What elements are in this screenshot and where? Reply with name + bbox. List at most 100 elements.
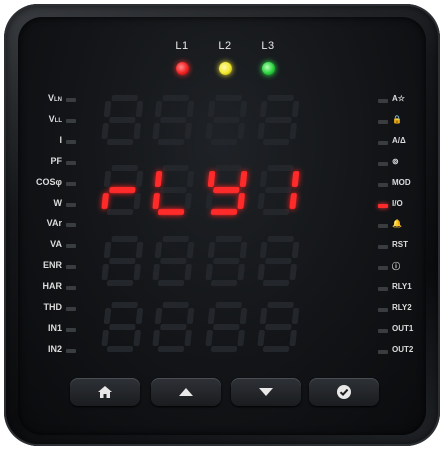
unlit-segment	[213, 324, 240, 330]
unlit-segment	[152, 123, 160, 139]
unlit-segment	[213, 117, 240, 123]
unlit-segment	[239, 242, 248, 258]
seven-segment-display	[101, 95, 300, 352]
unlit-segment	[184, 123, 192, 139]
unlit-segment	[215, 165, 242, 171]
unlit-segment	[267, 95, 294, 101]
unlit-segment	[103, 101, 112, 117]
unlit-segment	[111, 302, 138, 308]
lit-segment	[157, 209, 185, 215]
unlit-segment	[259, 242, 268, 258]
unlit-segment	[291, 101, 300, 117]
unlit-segment	[109, 324, 136, 330]
lit-segment	[237, 193, 245, 209]
unlit-segment	[133, 264, 141, 280]
unlit-segment	[184, 193, 192, 209]
unlit-segment	[106, 280, 134, 286]
lit-segment	[213, 187, 240, 193]
unlit-segment	[162, 165, 189, 171]
unlit-segment	[135, 101, 144, 117]
unlit-segment	[111, 165, 138, 171]
unlit-segment	[207, 101, 216, 117]
unlit-segment	[111, 236, 138, 242]
unlit-segment	[111, 95, 138, 101]
unlit-segment	[267, 302, 294, 308]
unlit-segment	[265, 187, 292, 193]
unlit-segment	[101, 330, 109, 346]
lit-segment	[109, 187, 136, 193]
unlit-segment	[215, 236, 242, 242]
unlit-segment	[133, 193, 141, 209]
unlit-segment	[101, 264, 109, 280]
unlit-segment	[289, 264, 297, 280]
unlit-segment	[265, 324, 292, 330]
unlit-segment	[162, 95, 189, 101]
unlit-segment	[257, 330, 265, 346]
unlit-segment	[215, 302, 242, 308]
unlit-segment	[215, 95, 242, 101]
unlit-segment	[267, 236, 294, 242]
unlit-segment	[103, 171, 112, 187]
unlit-segment	[186, 171, 195, 187]
lit-segment	[101, 193, 109, 209]
unlit-segment	[262, 280, 290, 286]
check-icon	[337, 385, 351, 399]
lit-segment	[291, 171, 300, 187]
unlit-segment	[135, 242, 144, 258]
unlit-segment	[205, 330, 213, 346]
unlit-segment	[162, 302, 189, 308]
unlit-segment	[157, 139, 185, 145]
unlit-segment	[259, 101, 268, 117]
unlit-segment	[239, 101, 248, 117]
unlit-segment	[267, 165, 294, 171]
lit-segment	[152, 193, 160, 209]
lit-segment	[154, 171, 163, 187]
unlit-segment	[257, 264, 265, 280]
unlit-segment	[186, 308, 195, 324]
unlit-segment	[265, 258, 292, 264]
lit-segment	[289, 193, 297, 209]
unlit-segment	[106, 209, 134, 215]
lit-segment	[207, 171, 216, 187]
unlit-segment	[262, 346, 290, 352]
unlit-segment	[133, 330, 141, 346]
unlit-segment	[207, 308, 216, 324]
unlit-segment	[106, 139, 134, 145]
up-button[interactable]	[151, 378, 221, 406]
unlit-segment	[291, 308, 300, 324]
unlit-segment	[257, 123, 265, 139]
unlit-segment	[213, 258, 240, 264]
home-button[interactable]	[70, 378, 140, 406]
unlit-segment	[160, 258, 187, 264]
unlit-segment	[160, 324, 187, 330]
unlit-segment	[205, 193, 213, 209]
unlit-segment	[186, 242, 195, 258]
unlit-segment	[157, 346, 185, 352]
unlit-segment	[154, 101, 163, 117]
unlit-segment	[210, 280, 238, 286]
unlit-segment	[103, 308, 112, 324]
unlit-segment	[237, 330, 245, 346]
unlit-segment	[207, 242, 216, 258]
unlit-segment	[133, 123, 141, 139]
unlit-segment	[101, 123, 109, 139]
unlit-segment	[205, 264, 213, 280]
down-button[interactable]	[231, 378, 301, 406]
unlit-segment	[205, 123, 213, 139]
unlit-segment	[210, 346, 238, 352]
unlit-segment	[259, 308, 268, 324]
unlit-segment	[135, 308, 144, 324]
unlit-segment	[259, 171, 268, 187]
unlit-segment	[291, 242, 300, 258]
up-arrow-icon	[179, 388, 193, 396]
unlit-segment	[262, 209, 290, 215]
unlit-segment	[135, 171, 144, 187]
unlit-segment	[160, 117, 187, 123]
unlit-segment	[210, 139, 238, 145]
unlit-segment	[152, 264, 160, 280]
unlit-segment	[109, 258, 136, 264]
unlit-segment	[160, 187, 187, 193]
unlit-segment	[103, 242, 112, 258]
confirm-button[interactable]	[309, 378, 379, 406]
unlit-segment	[257, 193, 265, 209]
